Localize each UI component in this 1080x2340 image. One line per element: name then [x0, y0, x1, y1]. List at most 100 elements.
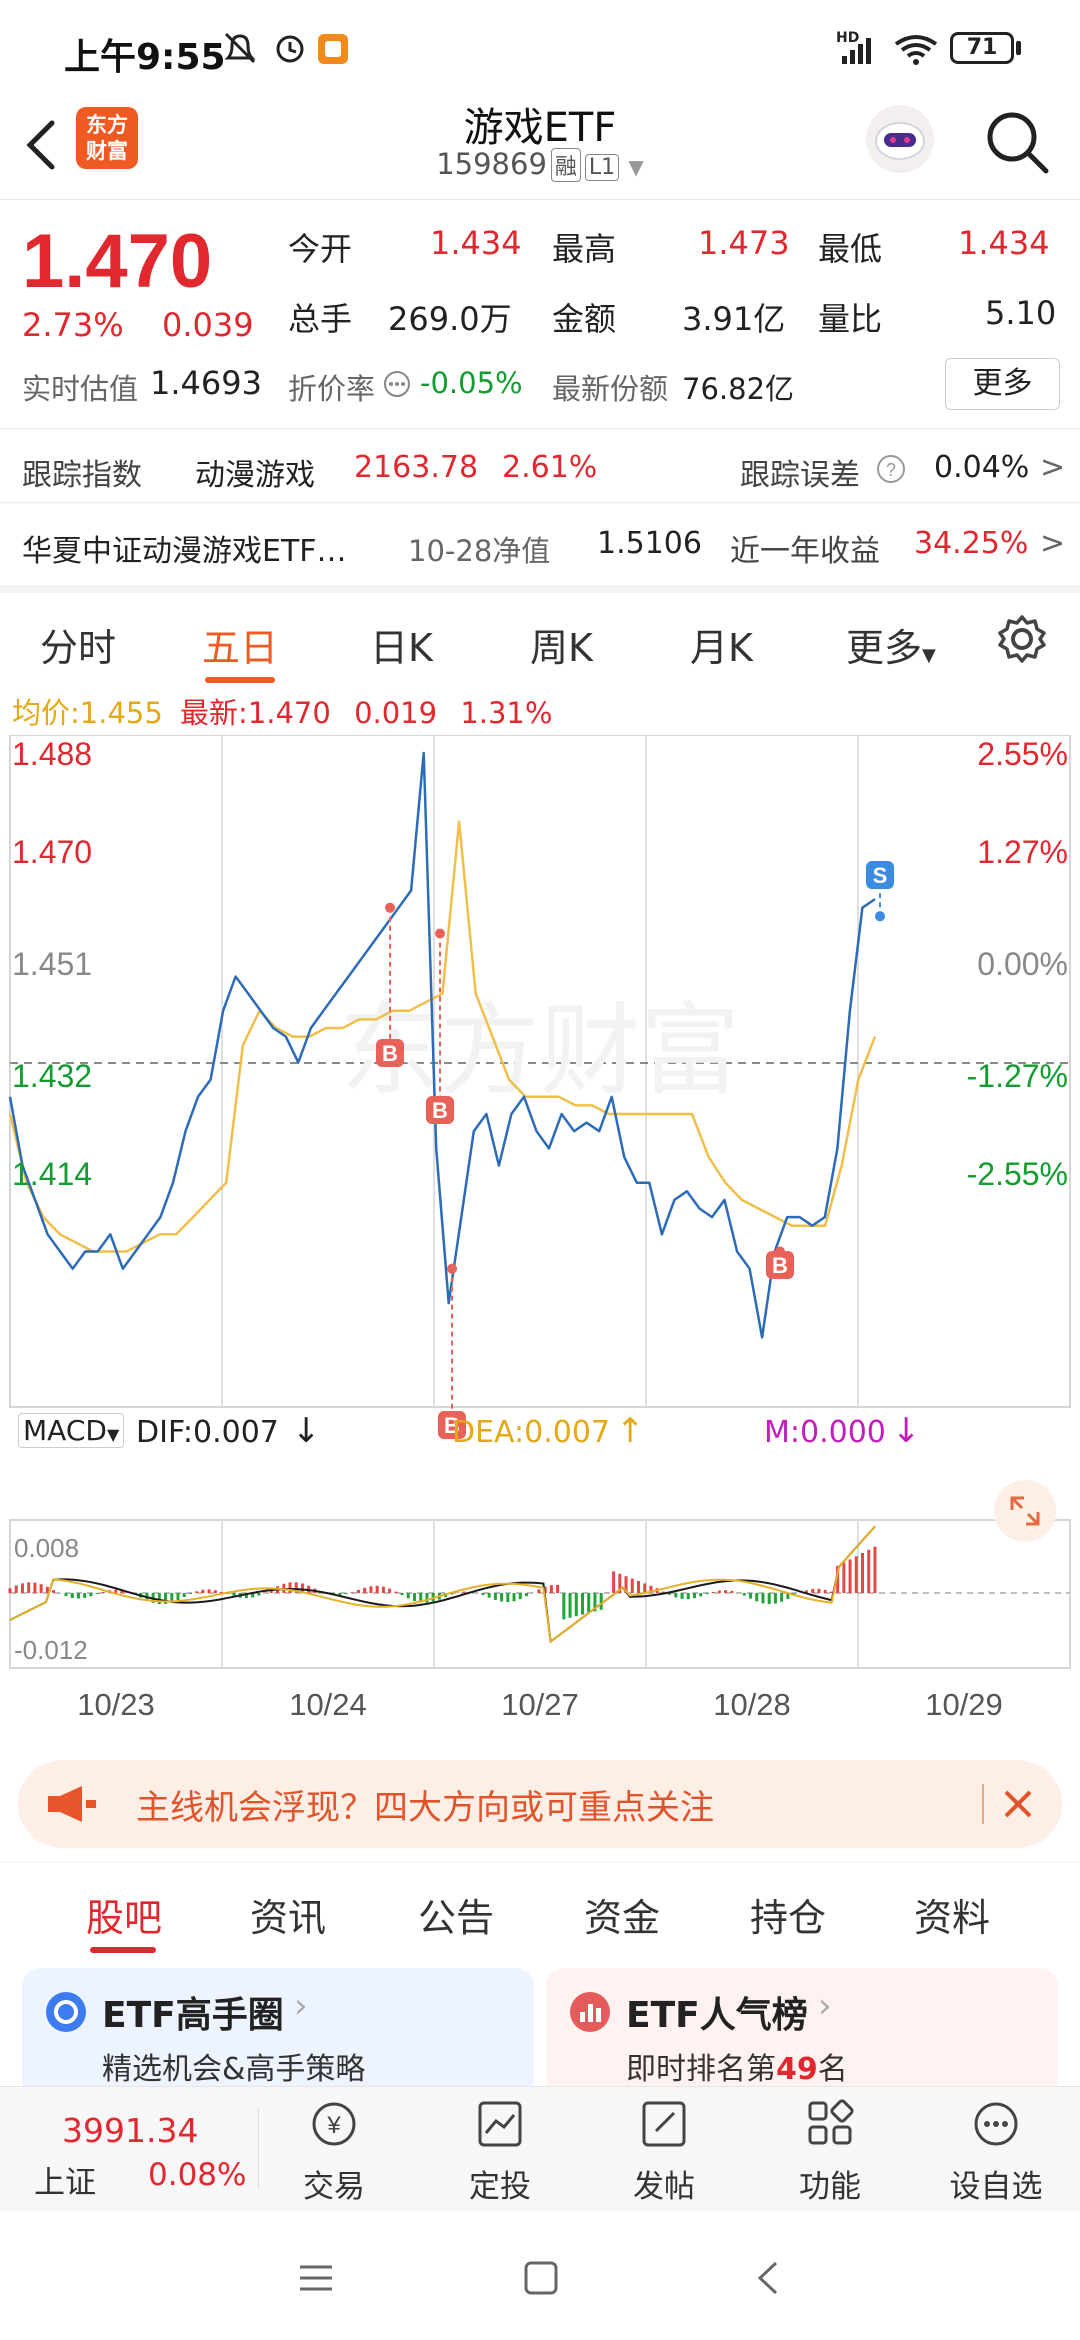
volume-label: 总手 — [288, 300, 353, 338]
volume-value: 269.0万 — [388, 300, 512, 338]
high-value: 1.473 — [698, 224, 790, 262]
x-tick-label: 10/27 — [501, 1687, 579, 1722]
divider — [258, 2109, 259, 2189]
chart-info-line: 均价:1.455 最新:1.470 0.019 1.31% — [12, 690, 552, 732]
tab-forum[interactable]: 股吧 — [86, 1887, 162, 1942]
gear-icon[interactable] — [996, 613, 1048, 665]
wifi-icon — [894, 35, 938, 58]
discount-label: 折价率 — [288, 372, 376, 406]
rank-prefix: 即时排名第 — [626, 2052, 776, 2087]
marker-label: B — [432, 1098, 448, 1123]
tab-five-day[interactable]: 五日 — [202, 617, 278, 672]
track-index-name[interactable]: 动漫游戏 — [195, 450, 315, 494]
signal-icon — [842, 38, 871, 64]
latest-value: 1.470 — [247, 696, 331, 730]
tab-capital[interactable]: 资金 — [584, 1887, 660, 1942]
nav-fixed-invest[interactable]: 定投 — [430, 2097, 570, 2206]
y-right-tick-label: -2.55% — [967, 1156, 1068, 1192]
home-square-icon[interactable] — [522, 2259, 560, 2297]
x-tick-label: 10/29 — [925, 1687, 1003, 1722]
stock-code-line[interactable]: 159869 融 L1 ▼ — [340, 147, 740, 182]
content-tabs: 股吧 资讯 公告 资金 持仓 资料 — [0, 1862, 1080, 1958]
level-tag: L1 — [584, 154, 620, 181]
nav-post[interactable]: 发帖 — [594, 2097, 734, 2206]
vertical-grid — [221, 735, 859, 1668]
search-icon[interactable] — [982, 107, 1052, 177]
promo-banner[interactable]: 主线机会浮现？四大方向或可重点关注 — [18, 1760, 1062, 1848]
latest-pct: 1.31% — [460, 696, 553, 730]
amount-label: 金额 — [552, 300, 617, 338]
expand-chart-button[interactable] — [994, 1480, 1056, 1542]
dropdown-icon: ▼ — [628, 155, 644, 179]
info-dots-icon[interactable] — [383, 370, 411, 398]
fund-name[interactable]: 华夏中证动漫游戏ETF… — [22, 526, 347, 570]
tab-profile[interactable]: 资料 — [914, 1887, 990, 1942]
banner-text: 主线机会浮现？四大方向或可重点关注 — [136, 1788, 714, 1828]
dea-line — [9, 1525, 876, 1644]
macd-selector[interactable]: MACD▼ — [18, 1413, 125, 1448]
y-tick-label: 1.432 — [12, 1058, 92, 1094]
ranking-icon — [570, 1992, 610, 2032]
iopv-label: 实时估值 — [22, 372, 139, 406]
etf-popularity-card[interactable]: ETF人气榜 › 即时排名第49名 — [546, 1968, 1058, 2098]
back-icon[interactable] — [750, 2259, 786, 2297]
help-icon[interactable]: ? — [876, 454, 906, 484]
card-title: ETF人气榜 — [626, 1995, 808, 2036]
menu-icon[interactable] — [296, 2261, 336, 2295]
open-label: 今开 — [288, 230, 353, 268]
caret-down-icon: ▼ — [922, 645, 936, 666]
shares-value: 76.82亿 — [682, 372, 795, 406]
macd-y-tick: 0.008 — [14, 1533, 79, 1563]
nav-trade[interactable]: ¥ 交易 — [264, 2097, 404, 2206]
ratio-label: 量比 — [818, 300, 883, 338]
nav-add-watchlist[interactable]: 设自选 — [926, 2097, 1066, 2206]
active-tab-indicator — [90, 1947, 156, 1953]
nav-value: 1.5106 — [597, 526, 702, 561]
card-subtitle: 精选机会&高手策略 — [102, 2052, 366, 2087]
y-tick-label: 1.414 — [12, 1156, 92, 1192]
high-label: 最高 — [552, 230, 617, 268]
etf-expert-circle-card[interactable]: ETF高手圈 › 精选机会&高手策略 — [22, 1968, 534, 2098]
y-tick-label: 1.488 — [12, 736, 92, 772]
price-chart-svg[interactable]: 东方财富 BBBBS 1.488 2.55%1.470 1.27%1.451 0.00… — [0, 735, 1080, 1740]
dea-value: DEA:0.007 — [452, 1415, 611, 1450]
marker-dot — [447, 1263, 457, 1274]
close-icon[interactable] — [998, 1784, 1038, 1824]
period-tabs: 分时 五日 日K 周K 月K 更多▼ — [0, 585, 1080, 683]
more-button[interactable]: 更多 — [945, 358, 1060, 410]
back-arrow-icon[interactable] — [18, 115, 62, 175]
marker-label: B — [772, 1253, 788, 1278]
y-right-tick-label: -1.27% — [967, 1058, 1068, 1094]
dif-value: DIF:0.007 — [136, 1415, 279, 1450]
tab-intraday[interactable]: 分时 — [40, 617, 116, 672]
tab-more[interactable]: 更多▼ — [846, 617, 936, 672]
robot-assistant-icon[interactable] — [862, 101, 938, 177]
mute-bell-icon — [224, 32, 256, 64]
current-price: 1.470 — [22, 219, 213, 304]
tab-monthly-k[interactable]: 月K — [690, 617, 753, 672]
macd-label: MACD — [23, 1414, 107, 1447]
quote-panel: 1.470 2.73% 0.039 今开 1.434 最高 1.473 最低 1… — [0, 200, 1080, 585]
m-value: M:0.000 — [764, 1415, 886, 1450]
page-title: 游戏ETF — [463, 105, 617, 151]
latest-label: 最新: — [180, 696, 248, 730]
latest-change: 0.019 — [354, 696, 438, 730]
tab-daily-k[interactable]: 日K — [370, 617, 433, 672]
tab-holdings[interactable]: 持仓 — [750, 1887, 826, 1942]
chevron-right-icon[interactable]: > — [1040, 450, 1065, 485]
tab-news[interactable]: 资讯 — [250, 1887, 326, 1942]
compass-icon — [46, 1992, 86, 2032]
nav-functions[interactable]: 功能 — [760, 2097, 900, 2206]
tab-announcements[interactable]: 公告 — [418, 1887, 494, 1942]
margin-tag: 融 — [550, 148, 581, 182]
chevron-right-icon[interactable]: > — [1040, 526, 1065, 561]
macd-frame — [9, 1519, 1071, 1669]
five-day-chart[interactable]: 均价:1.455 最新:1.470 0.019 1.31% 东方财富 BBBBS… — [0, 680, 1080, 1740]
stock-code: 159869 — [436, 147, 547, 181]
amount-value: 3.91亿 — [682, 300, 786, 338]
y-right-tick-label: 0.00% — [977, 946, 1068, 982]
low-value: 1.434 — [958, 224, 1050, 262]
tab-weekly-k[interactable]: 周K — [530, 617, 593, 672]
stock-header: 东方 财富 游戏ETF 159869 融 L1 ▼ — [0, 95, 1080, 200]
card-subtitle: 即时排名第49名 — [626, 2044, 848, 2088]
